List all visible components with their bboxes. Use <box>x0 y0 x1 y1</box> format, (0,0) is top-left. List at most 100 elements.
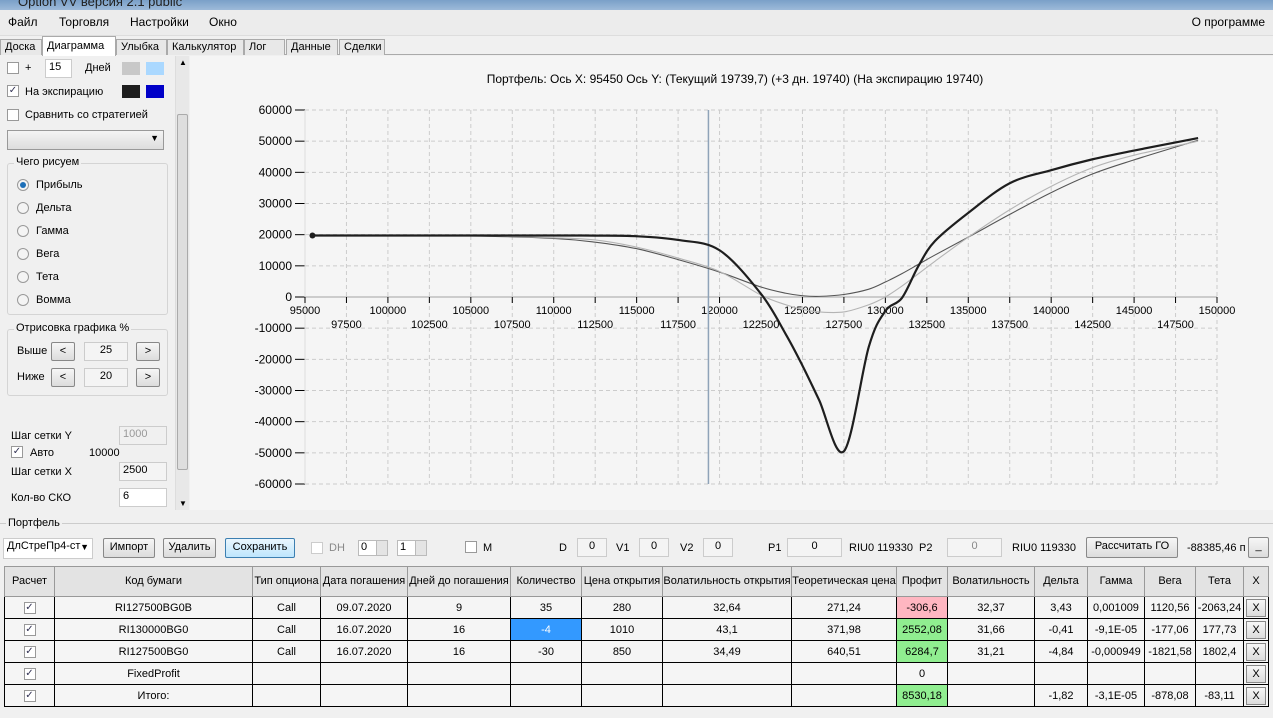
calc-checkbox[interactable]: ✓ <box>23 646 36 658</box>
column-header[interactable]: Гамма <box>1087 566 1145 597</box>
p2-input[interactable]: 0 <box>947 538 1002 557</box>
above-decrease-button[interactable]: < <box>51 342 75 361</box>
tab-smile[interactable]: Улыбка <box>116 39 167 55</box>
calculate-go-button[interactable]: Рассчитать ГО <box>1086 537 1178 558</box>
save-button[interactable]: Сохранить <box>225 538 295 558</box>
radio-profit[interactable] <box>17 179 29 191</box>
table-row[interactable]: ✓ RI130000BG0 Call 16.07.2020 16 -4 1010 43,1 37… <box>4 618 1269 641</box>
table-cell[interactable]: 280 <box>581 596 663 619</box>
column-header[interactable]: Тип опциона <box>252 566 321 597</box>
grid-x-input[interactable]: 2500 <box>119 462 167 481</box>
column-header[interactable]: Волатильность <box>947 566 1035 597</box>
calc-checkbox[interactable]: ✓ <box>23 624 36 636</box>
column-header[interactable]: Тета <box>1195 566 1244 597</box>
calc-checkbox[interactable]: ✓ <box>23 690 36 702</box>
column-header[interactable]: Профит <box>896 566 948 597</box>
column-header[interactable]: Вега <box>1144 566 1196 597</box>
table-cell[interactable]: -4 <box>510 618 582 641</box>
table-row[interactable]: ✓ Итого: 8530,18 -1,82 -3,1E-05 -878,08 -83,11… <box>4 684 1269 707</box>
scroll-down-icon[interactable]: ▼ <box>179 499 187 508</box>
calc-checkbox[interactable]: ✓ <box>23 602 36 614</box>
days-color-a-swatch[interactable] <box>122 62 140 75</box>
menu-settings[interactable]: Настройки <box>130 15 189 29</box>
delete-row-button[interactable]: X <box>1246 664 1266 683</box>
days-color-b-swatch[interactable] <box>146 62 164 75</box>
v1-input[interactable]: 0 <box>639 538 669 557</box>
column-header[interactable]: Теоретическая цена <box>791 566 897 597</box>
scroll-up-icon[interactable]: ▲ <box>179 58 187 67</box>
expiration-checkbox[interactable]: ✓ <box>7 85 19 97</box>
v2-input[interactable]: 0 <box>703 538 733 557</box>
menu-trading[interactable]: Торговля <box>59 15 109 29</box>
scroll-thumb[interactable] <box>177 114 188 470</box>
table-cell[interactable]: -30 <box>510 640 582 663</box>
p1-input[interactable]: 0 <box>787 538 842 557</box>
spin-1[interactable]: 0 <box>358 540 388 556</box>
table-row[interactable]: ✓ RI127500BG0 Call 16.07.2020 16 -30 850 34,49 6… <box>4 640 1269 663</box>
exp-color-a-swatch[interactable] <box>122 85 140 98</box>
below-decrease-button[interactable]: < <box>51 368 75 387</box>
radio-delta[interactable] <box>17 202 29 214</box>
column-header[interactable]: Дата погашения <box>320 566 408 597</box>
table-cell[interactable]: 850 <box>581 640 663 663</box>
import-button[interactable]: Импорт <box>103 538 155 558</box>
calc-checkbox-cell[interactable]: ✓ <box>4 684 55 707</box>
delete-button[interactable]: Удалить <box>163 538 216 558</box>
radio-vomma[interactable] <box>17 294 29 306</box>
compare-checkbox[interactable] <box>7 109 19 121</box>
dh-checkbox[interactable] <box>311 542 323 554</box>
column-header[interactable]: X <box>1243 566 1269 597</box>
column-header[interactable]: Количество <box>510 566 582 597</box>
table-row[interactable]: ✓ RI127500BG0B Call 09.07.2020 9 35 280 32,64 27… <box>4 596 1269 619</box>
table-cell[interactable]: 35 <box>510 596 582 619</box>
column-header[interactable]: Дельта <box>1034 566 1088 597</box>
column-header[interactable]: Код бумаги <box>54 566 253 597</box>
calc-checkbox-cell[interactable]: ✓ <box>4 640 55 663</box>
exp-color-b-swatch[interactable] <box>146 85 164 98</box>
auto-checkbox[interactable]: ✓ <box>11 446 23 458</box>
tab-data[interactable]: Данные <box>286 39 338 55</box>
table-cell[interactable] <box>581 684 663 707</box>
minimize-button[interactable]: _ <box>1248 537 1269 558</box>
days-input[interactable]: 15 <box>45 59 72 78</box>
tab-deals[interactable]: Сделки <box>339 39 385 55</box>
menu-file[interactable]: Файл <box>8 15 38 29</box>
strategy-select[interactable]: ДлСтреПр4-ст ▼ <box>3 538 93 559</box>
menu-about[interactable]: О программе <box>1192 15 1265 29</box>
table-row[interactable]: ✓ FixedProfit 0 X <box>4 662 1269 685</box>
radio-gamma[interactable] <box>17 225 29 237</box>
below-increase-button[interactable]: > <box>136 368 160 387</box>
above-value[interactable]: 25 <box>84 342 128 361</box>
column-header[interactable]: Расчет <box>4 566 55 597</box>
tab-calculator[interactable]: Калькулятор <box>167 39 244 55</box>
sko-input[interactable]: 6 <box>119 488 167 507</box>
calc-checkbox-cell[interactable]: ✓ <box>4 618 55 641</box>
spin-2[interactable]: 1 <box>397 540 427 556</box>
calc-checkbox[interactable]: ✓ <box>23 668 36 680</box>
panel-scrollbar[interactable]: ▲ ▼ <box>175 56 189 510</box>
d-input[interactable]: 0 <box>577 538 607 557</box>
column-header[interactable]: Цена открытия <box>581 566 663 597</box>
below-value[interactable]: 20 <box>84 368 128 387</box>
tab-log[interactable]: Лог <box>244 39 285 55</box>
column-header[interactable]: Дней до погашения <box>407 566 511 597</box>
delete-row-button[interactable]: X <box>1246 642 1266 661</box>
strategy-dropdown[interactable]: ▼ <box>7 130 164 150</box>
delete-row-button[interactable]: X <box>1246 686 1266 705</box>
table-cell[interactable] <box>510 662 582 685</box>
calc-checkbox-cell[interactable]: ✓ <box>4 662 55 685</box>
menu-window[interactable]: Окно <box>209 15 237 29</box>
table-cell[interactable] <box>581 662 663 685</box>
column-header[interactable]: Волатильность открытия <box>662 566 792 597</box>
tab-board[interactable]: Доска <box>0 39 42 55</box>
calc-checkbox-cell[interactable]: ✓ <box>4 596 55 619</box>
radio-vega[interactable] <box>17 248 29 260</box>
m-checkbox[interactable] <box>465 541 477 553</box>
delete-row-button[interactable]: X <box>1246 598 1266 617</box>
grid-y-input[interactable]: 1000 <box>119 426 167 445</box>
table-cell[interactable] <box>510 684 582 707</box>
table-cell[interactable]: 1010 <box>581 618 663 641</box>
plus-days-checkbox[interactable] <box>7 62 19 74</box>
radio-theta[interactable] <box>17 271 29 283</box>
tab-diagram[interactable]: Диаграмма <box>42 36 116 56</box>
